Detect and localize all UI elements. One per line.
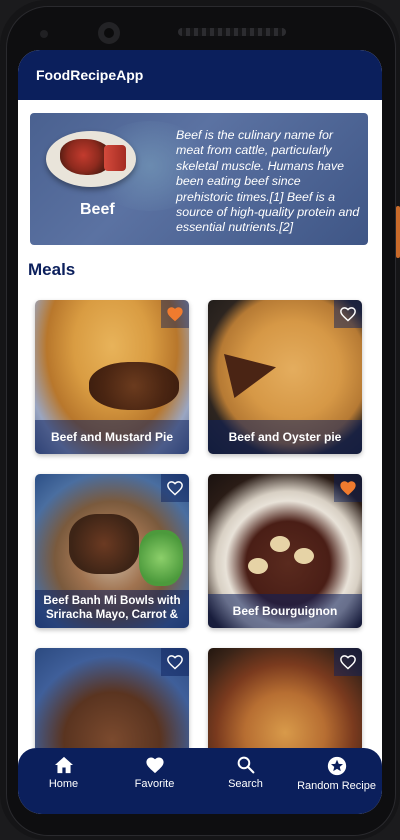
power-button: [396, 206, 400, 258]
category-name: Beef: [80, 201, 115, 218]
meal-name: Beef Banh Mi Bowls with Sriracha Mayo, C…: [35, 590, 189, 628]
meal-card[interactable]: Beef and Mustard Pie: [35, 300, 189, 454]
earpiece-speaker: [178, 28, 286, 36]
nav-item-favorite[interactable]: Favorite: [109, 756, 200, 806]
heart-icon: [145, 757, 164, 774]
favorite-button[interactable]: [334, 648, 362, 676]
favorite-button[interactable]: [334, 474, 362, 502]
meal-card[interactable]: [208, 648, 362, 748]
nav-label: Favorite: [134, 778, 175, 790]
proximity-sensor: [40, 30, 48, 38]
steak-slice-image: [104, 145, 126, 171]
scroll-content[interactable]: Beef Beef is the culinary name for meat …: [18, 100, 382, 748]
front-camera: [98, 22, 120, 44]
nav-label: Search: [228, 778, 263, 790]
meal-card[interactable]: Beef Bourguignon: [208, 474, 362, 628]
heart-filled-icon: [340, 481, 356, 496]
heart-outline-icon: [340, 307, 356, 322]
bottom-navigation: Home Favorite Search Random Recipe: [18, 748, 382, 814]
favorite-button[interactable]: [161, 474, 189, 502]
category-image: [46, 131, 136, 187]
phone-frame: FoodRecipeApp Beef Beef is the culinary …: [0, 0, 400, 840]
home-icon: [54, 756, 73, 774]
search-icon: [237, 756, 254, 774]
heart-filled-icon: [167, 307, 183, 322]
meal-name: Beef and Oyster pie: [208, 420, 362, 454]
meal-name: Beef and Mustard Pie: [35, 420, 189, 454]
app-title: FoodRecipeApp: [36, 67, 144, 83]
favorite-button[interactable]: [161, 300, 189, 328]
nav-item-home[interactable]: Home: [18, 756, 109, 806]
favorite-button[interactable]: [161, 648, 189, 676]
heart-outline-icon: [167, 655, 183, 670]
nav-label: Home: [48, 778, 79, 790]
app-bar: FoodRecipeApp: [18, 50, 382, 100]
favorite-button[interactable]: [334, 300, 362, 328]
category-banner: Beef Beef is the culinary name for meat …: [30, 113, 368, 245]
meal-name: Beef Bourguignon: [208, 594, 362, 628]
heart-outline-icon: [340, 655, 356, 670]
meal-card[interactable]: [35, 648, 189, 748]
heart-outline-icon: [167, 481, 183, 496]
nav-label: Random Recipe: [297, 780, 376, 792]
app-screen: FoodRecipeApp Beef Beef is the culinary …: [18, 50, 382, 814]
nav-item-search[interactable]: Search: [200, 756, 291, 806]
meal-card[interactable]: Beef and Oyster pie: [208, 300, 362, 454]
section-title: Meals: [28, 260, 76, 279]
category-description: Beef is the culinary name for meat from …: [176, 128, 360, 235]
star-circle-icon: [327, 756, 346, 776]
meal-card[interactable]: Beef Banh Mi Bowls with Sriracha Mayo, C…: [35, 474, 189, 628]
nav-item-random-recipe[interactable]: Random Recipe: [291, 756, 382, 806]
